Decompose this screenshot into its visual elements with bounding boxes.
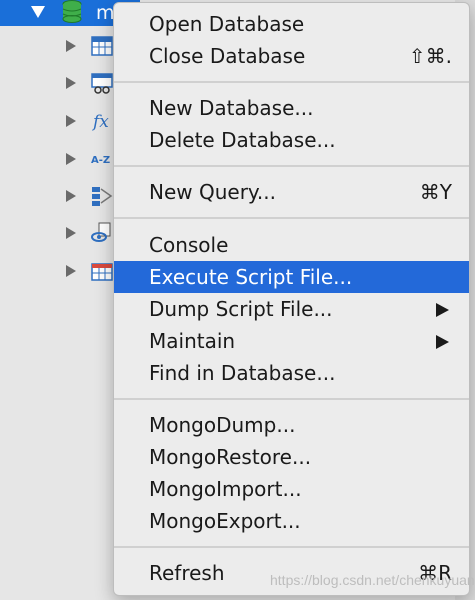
menu-item-execute-script-file[interactable]: Execute Script File... <box>114 261 469 293</box>
view-icon <box>91 73 113 94</box>
disclosure-triangle-icon[interactable] <box>66 265 76 277</box>
menu-item-console[interactable]: Console <box>114 229 469 261</box>
menu-item-label: New Query... <box>149 180 276 204</box>
menu-separator <box>114 217 469 219</box>
submenu-arrow-icon <box>436 303 449 317</box>
menu-separator <box>114 546 469 548</box>
svg-text:A-Z: A-Z <box>91 155 110 166</box>
menu-separator <box>114 81 469 83</box>
disclosure-triangle-icon[interactable] <box>66 115 76 127</box>
menu-item-dump-script-file[interactable]: Dump Script File... <box>114 293 469 325</box>
menu-item-label: Open Database <box>149 12 305 36</box>
svg-text:fx: fx <box>91 112 109 132</box>
watermark-text: https://blog.csdn.net/chenkuyuanx <box>270 572 475 588</box>
menu-separator <box>114 398 469 400</box>
menu-item-mongodump[interactable]: MongoDump... <box>114 409 469 441</box>
disclosure-triangle-icon[interactable] <box>31 6 45 18</box>
menu-item-mongoexport[interactable]: MongoExport... <box>114 505 469 537</box>
menu-item-label: Maintain <box>149 329 236 353</box>
menu-item-mongorestore[interactable]: MongoRestore... <box>114 441 469 473</box>
sort-icon: A-Z <box>91 155 110 166</box>
disclosure-triangle-icon[interactable] <box>66 153 76 165</box>
backup-icon <box>91 263 113 281</box>
disclosure-triangle-icon[interactable] <box>66 40 76 52</box>
menu-item-label: Execute Script File... <box>149 265 353 289</box>
menu-item-find-in-database[interactable]: Find in Database... <box>114 357 469 389</box>
menu-item-label: MongoImport... <box>149 477 302 501</box>
database-name: m <box>96 2 115 24</box>
menu-item-close-database[interactable]: Close Database ⇧⌘. <box>114 40 469 72</box>
disclosure-triangle-icon[interactable] <box>66 227 76 239</box>
menu-item-mongoimport[interactable]: MongoImport... <box>114 473 469 505</box>
database-icon <box>62 0 82 23</box>
menu-item-label: Find in Database... <box>149 361 336 385</box>
menu-item-delete-database[interactable]: Delete Database... <box>114 124 469 156</box>
disclosure-triangle-icon[interactable] <box>66 77 76 89</box>
menu-separator <box>114 165 469 167</box>
menu-item-label: MongoExport... <box>149 509 301 533</box>
menu-item-new-database[interactable]: New Database... <box>114 92 469 124</box>
menu-item-shortcut: ⇧⌘. <box>408 44 452 68</box>
menu-item-label: MongoDump... <box>149 413 296 437</box>
menu-item-maintain[interactable]: Maintain <box>114 325 469 357</box>
menu-item-label: MongoRestore... <box>149 445 312 469</box>
query-icon <box>92 187 113 206</box>
menu-item-label: Dump Script File... <box>149 297 333 321</box>
database-context-menu: Open Database Close Database ⇧⌘. New Dat… <box>113 2 470 596</box>
menu-item-label: Close Database <box>149 44 306 68</box>
disclosure-triangle-icon[interactable] <box>66 190 76 202</box>
function-icon: fx <box>91 112 109 132</box>
menu-item-label: Refresh <box>149 561 225 585</box>
report-icon <box>91 222 111 242</box>
menu-item-label: New Database... <box>149 96 314 120</box>
submenu-arrow-icon <box>436 335 449 349</box>
menu-item-open-database[interactable]: Open Database <box>114 8 469 40</box>
menu-item-label: Delete Database... <box>149 128 336 152</box>
menu-item-label: Console <box>149 233 229 257</box>
table-icon <box>91 36 113 56</box>
menu-item-new-query[interactable]: New Query... ⌘Y <box>114 176 469 208</box>
menu-item-shortcut: ⌘Y <box>419 180 452 204</box>
